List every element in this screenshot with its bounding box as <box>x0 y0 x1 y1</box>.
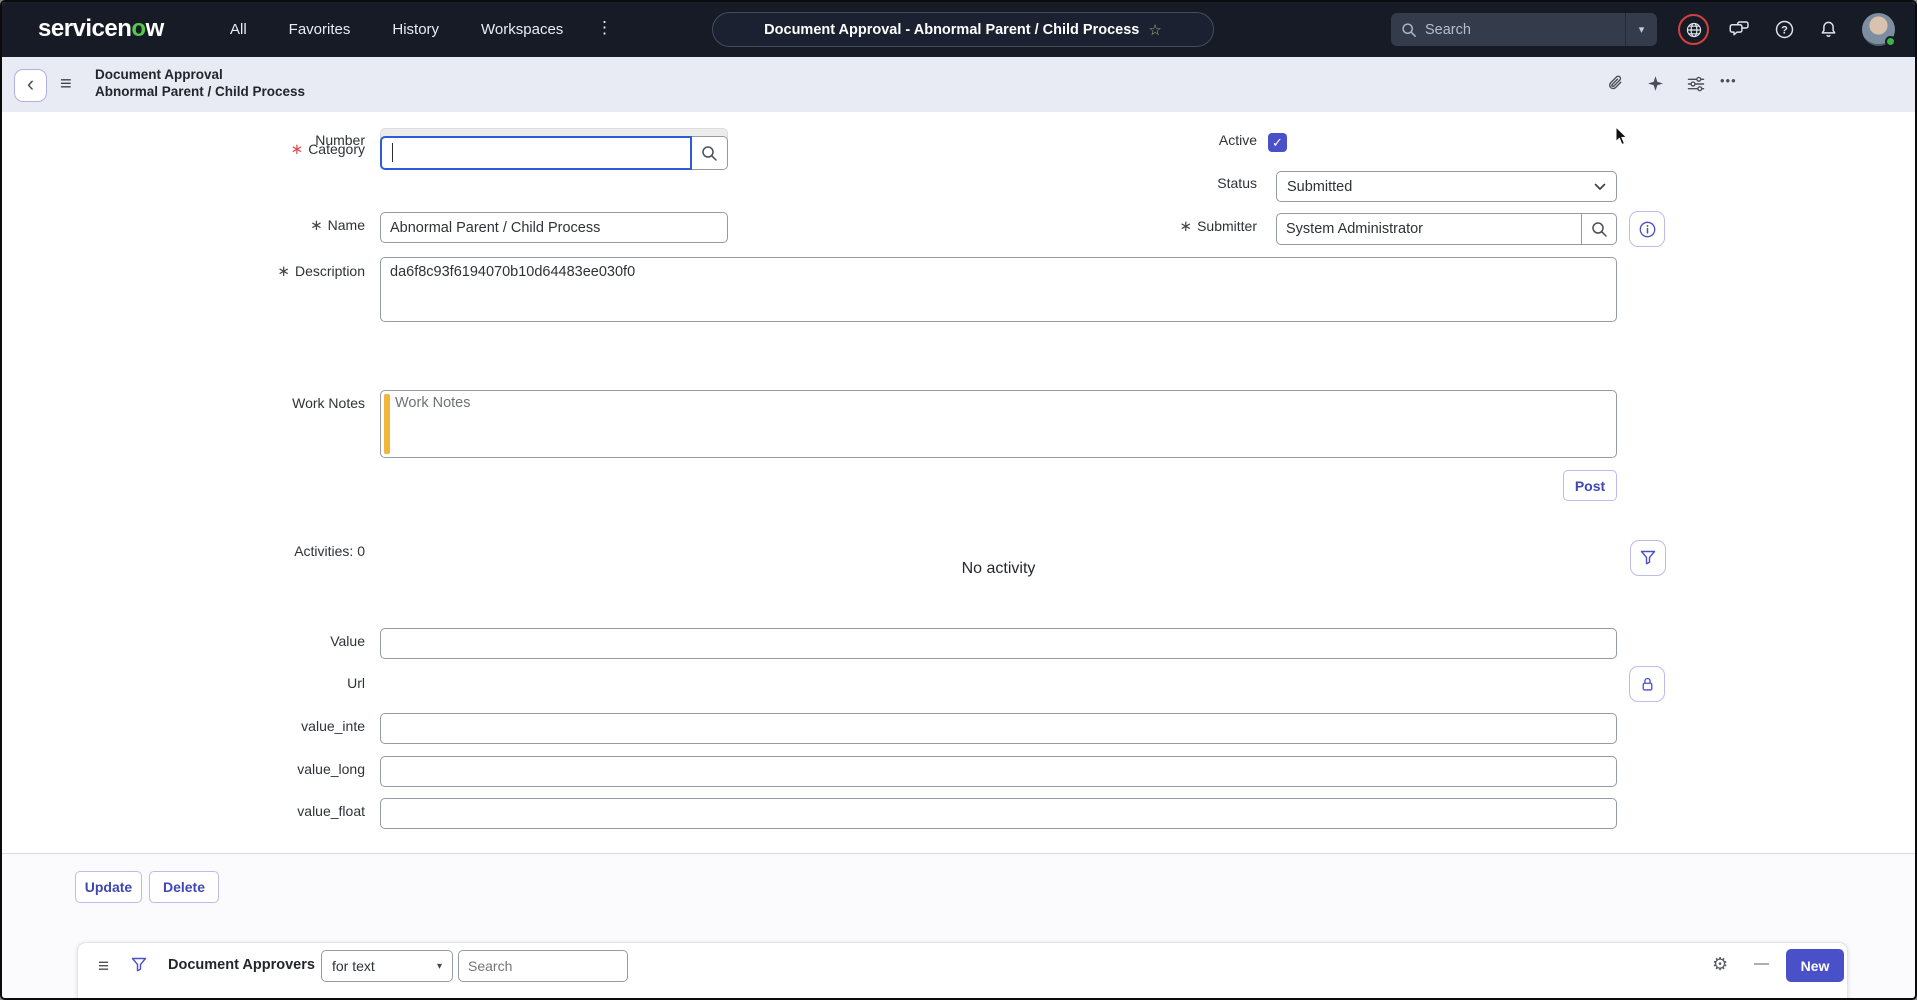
list-context-menu-icon[interactable]: ≡ <box>98 956 109 978</box>
work-notes-yellow-bar <box>384 394 390 454</box>
form-header-bar: ‹ ≡ Document Approval Abnormal Parent / … <box>2 57 1915 112</box>
status-select[interactable]: Submitted <box>1276 171 1617 202</box>
active-checkbox[interactable]: ✓ <box>1268 133 1287 152</box>
name-input[interactable] <box>380 212 728 243</box>
activities-label: Activities: 0 <box>62 543 365 559</box>
logo-text: servicen <box>38 15 131 42</box>
chat-icon[interactable] <box>1729 19 1750 40</box>
work-notes-field <box>380 390 1617 458</box>
global-search: ▾ <box>1391 13 1657 46</box>
favorite-star-icon[interactable]: ☆ <box>1148 21 1161 39</box>
checkbox-check-icon: ✓ <box>1272 135 1283 151</box>
list-search-type-value: for text <box>332 958 375 974</box>
related-list-title: Document Approvers <box>168 957 315 973</box>
category-field <box>380 136 728 170</box>
value-long-input[interactable] <box>380 756 1617 787</box>
work-notes-label: Work Notes <box>62 395 365 411</box>
status-label: Status <box>1002 175 1257 191</box>
logo-text-end: w <box>146 15 164 42</box>
value-float-input[interactable] <box>380 798 1617 829</box>
globe-icon[interactable] <box>1678 14 1709 45</box>
global-search-input[interactable] <box>1425 22 1625 38</box>
list-search-input[interactable] <box>458 950 628 982</box>
category-search-icon[interactable] <box>692 136 728 170</box>
servicenow-app-window: servicenow All Favorites History Workspa… <box>0 0 1917 1000</box>
submitter-input[interactable] <box>1277 214 1581 244</box>
required-asterisk: ∗ <box>291 140 304 158</box>
name-label: ∗ Name <box>62 216 365 234</box>
current-record-tab[interactable]: Document Approval - Abnormal Parent / Ch… <box>712 12 1214 47</box>
submitter-info-icon[interactable] <box>1629 211 1665 247</box>
chevron-left-icon: ‹ <box>27 71 34 96</box>
value-long-label: value_long <box>62 761 365 777</box>
search-dropdown-arrow-icon[interactable]: ▾ <box>1625 13 1657 46</box>
no-activity-text: No activity <box>380 560 1617 578</box>
text-caret <box>392 143 393 162</box>
bottom-zone: Update Delete ≡ Document Approvers for t… <box>2 854 1915 1000</box>
chevron-down-icon <box>1594 183 1606 191</box>
list-filter-breadcrumb[interactable]: Document approval = Abnormal Parent / Ch… <box>98 995 438 1000</box>
nav-all[interactable]: All <box>230 21 247 38</box>
nav-favorites[interactable]: Favorites <box>289 21 351 38</box>
collapse-minus-icon[interactable]: — <box>1754 955 1769 972</box>
svg-text:?: ? <box>1781 24 1788 36</box>
avatar-status-dot <box>1885 36 1896 47</box>
more-ellipsis-icon[interactable]: ••• <box>1720 73 1737 88</box>
value-inte-label: value_inte <box>62 718 365 734</box>
logo-green-o: o <box>131 15 145 42</box>
post-button[interactable]: Post <box>1563 470 1617 501</box>
url-label: Url <box>62 675 365 691</box>
value-label: Value <box>62 633 365 649</box>
footer-delete-button[interactable]: Delete <box>149 871 219 903</box>
notifications-bell-icon[interactable] <box>1818 19 1839 40</box>
record-tab-title: Document Approval - Abnormal Parent / Ch… <box>764 22 1139 38</box>
url-lock-icon[interactable] <box>1629 666 1665 702</box>
submitter-field <box>1276 213 1617 245</box>
description-label: ∗ Description <box>62 262 365 280</box>
search-icon <box>1401 22 1417 38</box>
footer-update-button[interactable]: Update <box>75 871 142 903</box>
submitter-label: ∗ Submitter <box>1002 217 1257 235</box>
nav-workspaces[interactable]: Workspaces <box>481 21 563 38</box>
value-inte-input[interactable] <box>380 713 1617 744</box>
mandatory-asterisk: ∗ <box>277 262 290 280</box>
personalize-sliders-icon[interactable] <box>1686 74 1706 94</box>
record-form: Number Active ✓ ∗ Category Status Submit… <box>2 112 1915 853</box>
gear-icon[interactable]: ⚙ <box>1712 954 1728 975</box>
mandatory-asterisk: ∗ <box>1180 217 1193 235</box>
category-input[interactable] <box>380 136 692 170</box>
submitter-search-icon[interactable] <box>1581 214 1616 244</box>
servicenow-logo[interactable]: servicenow <box>38 15 164 43</box>
form-context-menu-icon[interactable]: ≡ <box>60 73 72 96</box>
ai-sparkle-icon[interactable] <box>1646 74 1665 93</box>
description-textarea[interactable]: da6f8c93f6194070b10d64483ee030f0 <box>380 257 1617 322</box>
top-navigation-bar: servicenow All Favorites History Workspa… <box>2 2 1915 57</box>
category-label: ∗ Category <box>62 140 365 158</box>
value-float-label: value_float <box>62 803 365 819</box>
form-title-record: Abnormal Parent / Child Process <box>95 84 305 99</box>
list-filter-icon[interactable] <box>130 956 148 974</box>
select-arrow-icon: ▾ <box>437 961 442 972</box>
help-icon[interactable]: ? <box>1774 19 1795 40</box>
work-notes-textarea[interactable] <box>395 395 1612 453</box>
nav-history[interactable]: History <box>392 21 439 38</box>
value-input[interactable] <box>380 628 1617 659</box>
primary-nav: All Favorites History Workspaces <box>230 2 563 57</box>
attachment-paperclip-icon[interactable] <box>1606 74 1626 94</box>
active-label: Active <box>1002 132 1257 148</box>
mandatory-asterisk: ∗ <box>310 216 323 234</box>
related-list-header: ≡ Document Approvers for text ▾ ⚙ — New <box>78 943 1847 989</box>
activity-filter-icon[interactable] <box>1630 540 1666 576</box>
status-value: Submitted <box>1287 179 1352 195</box>
back-button[interactable]: ‹ <box>14 69 47 102</box>
list-search-type-select[interactable]: for text ▾ <box>321 950 453 982</box>
new-button[interactable]: New <box>1786 949 1844 982</box>
nav-more-icon[interactable]: ⋮ <box>596 18 613 38</box>
user-avatar[interactable] <box>1862 13 1895 46</box>
form-title-table: Document Approval <box>95 67 223 82</box>
related-list-document-approvers: ≡ Document Approvers for text ▾ ⚙ — New … <box>77 942 1848 1000</box>
